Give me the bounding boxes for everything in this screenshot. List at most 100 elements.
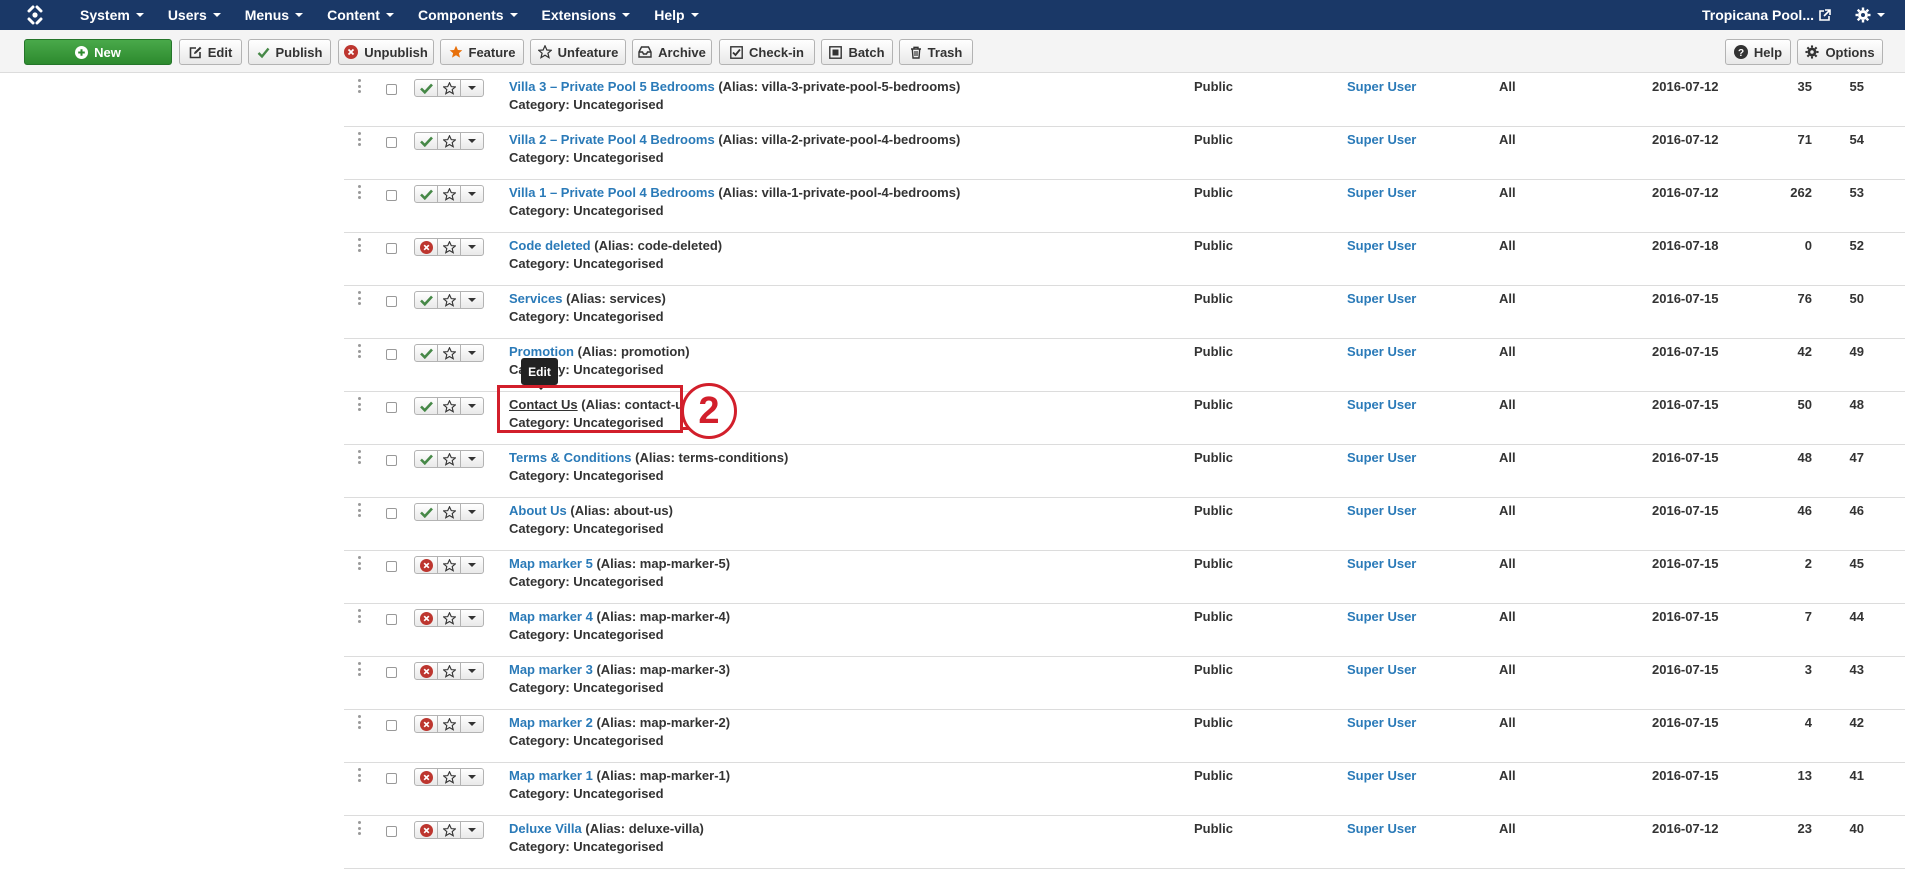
actions-dropdown-toggle[interactable] xyxy=(460,715,484,733)
article-title-link[interactable]: Map marker 2 xyxy=(509,715,593,730)
drag-handle-icon[interactable] xyxy=(357,344,361,358)
unpublish-button[interactable]: Unpublish xyxy=(338,39,434,65)
publish-button[interactable]: Publish xyxy=(248,39,331,65)
row-checkbox[interactable] xyxy=(386,84,397,95)
author-link[interactable]: Super User xyxy=(1347,449,1416,467)
featured-toggle-star-icon[interactable] xyxy=(437,238,461,256)
article-title-link[interactable]: Map marker 5 xyxy=(509,556,593,571)
article-title-link[interactable]: Villa 2 – Private Pool 4 Bedrooms xyxy=(509,132,715,147)
actions-dropdown-toggle[interactable] xyxy=(460,821,484,839)
featured-toggle-star-icon[interactable] xyxy=(437,185,461,203)
menu-menus[interactable]: Menus xyxy=(233,0,315,30)
featured-toggle-star-icon[interactable] xyxy=(437,132,461,150)
author-link[interactable]: Super User xyxy=(1347,608,1416,626)
author-link[interactable]: Super User xyxy=(1347,396,1416,414)
featured-toggle-star-icon[interactable] xyxy=(437,450,461,468)
drag-handle-icon[interactable] xyxy=(357,185,361,199)
row-checkbox[interactable] xyxy=(386,667,397,678)
unpublished-toggle-icon[interactable] xyxy=(414,238,438,256)
joomla-logo-icon[interactable] xyxy=(20,0,50,30)
drag-handle-icon[interactable] xyxy=(357,609,361,623)
article-title-link[interactable]: About Us xyxy=(509,503,567,518)
menu-components[interactable]: Components xyxy=(406,0,530,30)
published-toggle-icon[interactable] xyxy=(414,450,438,468)
author-link[interactable]: Super User xyxy=(1347,502,1416,520)
drag-handle-icon[interactable] xyxy=(357,238,361,252)
featured-toggle-star-icon[interactable] xyxy=(437,344,461,362)
author-link[interactable]: Super User xyxy=(1347,184,1416,202)
site-preview-link[interactable]: Tropicana Pool... xyxy=(1702,7,1831,23)
batch-button[interactable]: Batch xyxy=(821,39,893,65)
drag-handle-icon[interactable] xyxy=(357,79,361,93)
author-link[interactable]: Super User xyxy=(1347,661,1416,679)
featured-toggle-star-icon[interactable] xyxy=(437,609,461,627)
featured-toggle-star-icon[interactable] xyxy=(437,397,461,415)
author-link[interactable]: Super User xyxy=(1347,555,1416,573)
row-checkbox[interactable] xyxy=(386,243,397,254)
row-checkbox[interactable] xyxy=(386,826,397,837)
featured-toggle-star-icon[interactable] xyxy=(437,821,461,839)
article-title-link[interactable]: Villa 3 – Private Pool 5 Bedrooms xyxy=(509,79,715,94)
unpublished-toggle-icon[interactable] xyxy=(414,662,438,680)
featured-toggle-star-icon[interactable] xyxy=(437,79,461,97)
drag-handle-icon[interactable] xyxy=(357,291,361,305)
featured-toggle-star-icon[interactable] xyxy=(437,503,461,521)
row-checkbox[interactable] xyxy=(386,402,397,413)
published-toggle-icon[interactable] xyxy=(414,132,438,150)
row-checkbox[interactable] xyxy=(386,508,397,519)
actions-dropdown-toggle[interactable] xyxy=(460,662,484,680)
actions-dropdown-toggle[interactable] xyxy=(460,185,484,203)
featured-toggle-star-icon[interactable] xyxy=(437,768,461,786)
unpublished-toggle-icon[interactable] xyxy=(414,609,438,627)
drag-handle-icon[interactable] xyxy=(357,132,361,146)
published-toggle-icon[interactable] xyxy=(414,397,438,415)
row-checkbox[interactable] xyxy=(386,296,397,307)
row-checkbox[interactable] xyxy=(386,561,397,572)
drag-handle-icon[interactable] xyxy=(357,821,361,835)
help-button[interactable]: ? Help xyxy=(1725,39,1791,65)
author-link[interactable]: Super User xyxy=(1347,290,1416,308)
author-link[interactable]: Super User xyxy=(1347,131,1416,149)
article-title-link[interactable]: Map marker 4 xyxy=(509,609,593,624)
drag-handle-icon[interactable] xyxy=(357,503,361,517)
menu-help[interactable]: Help xyxy=(642,0,710,30)
author-link[interactable]: Super User xyxy=(1347,78,1416,96)
drag-handle-icon[interactable] xyxy=(357,768,361,782)
row-checkbox[interactable] xyxy=(386,773,397,784)
menu-extensions[interactable]: Extensions xyxy=(530,0,643,30)
new-button[interactable]: New xyxy=(24,39,172,65)
drag-handle-icon[interactable] xyxy=(357,450,361,464)
actions-dropdown-toggle[interactable] xyxy=(460,344,484,362)
archive-button[interactable]: Archive xyxy=(632,39,712,65)
drag-handle-icon[interactable] xyxy=(357,556,361,570)
article-title-link[interactable]: Villa 1 – Private Pool 4 Bedrooms xyxy=(509,185,715,200)
actions-dropdown-toggle[interactable] xyxy=(460,291,484,309)
row-checkbox[interactable] xyxy=(386,455,397,466)
featured-toggle-star-icon[interactable] xyxy=(437,291,461,309)
published-toggle-icon[interactable] xyxy=(414,503,438,521)
drag-handle-icon[interactable] xyxy=(357,662,361,676)
published-toggle-icon[interactable] xyxy=(414,291,438,309)
unpublished-toggle-icon[interactable] xyxy=(414,715,438,733)
article-title-link[interactable]: Terms & Conditions xyxy=(509,450,632,465)
featured-toggle-star-icon[interactable] xyxy=(437,715,461,733)
actions-dropdown-toggle[interactable] xyxy=(460,556,484,574)
article-title-link[interactable]: Promotion xyxy=(509,344,574,359)
actions-dropdown-toggle[interactable] xyxy=(460,397,484,415)
actions-dropdown-toggle[interactable] xyxy=(460,132,484,150)
published-toggle-icon[interactable] xyxy=(414,344,438,362)
article-title-link[interactable]: Map marker 1 xyxy=(509,768,593,783)
featured-toggle-star-icon[interactable] xyxy=(437,662,461,680)
row-checkbox[interactable] xyxy=(386,614,397,625)
actions-dropdown-toggle[interactable] xyxy=(460,450,484,468)
published-toggle-icon[interactable] xyxy=(414,185,438,203)
unpublished-toggle-icon[interactable] xyxy=(414,768,438,786)
unfeature-button[interactable]: Unfeature xyxy=(530,39,626,65)
actions-dropdown-toggle[interactable] xyxy=(460,503,484,521)
actions-dropdown-toggle[interactable] xyxy=(460,609,484,627)
actions-dropdown-toggle[interactable] xyxy=(460,238,484,256)
actions-dropdown-toggle[interactable] xyxy=(460,79,484,97)
article-title-link[interactable]: Services xyxy=(509,291,563,306)
trash-button[interactable]: Trash xyxy=(899,39,973,65)
author-link[interactable]: Super User xyxy=(1347,714,1416,732)
